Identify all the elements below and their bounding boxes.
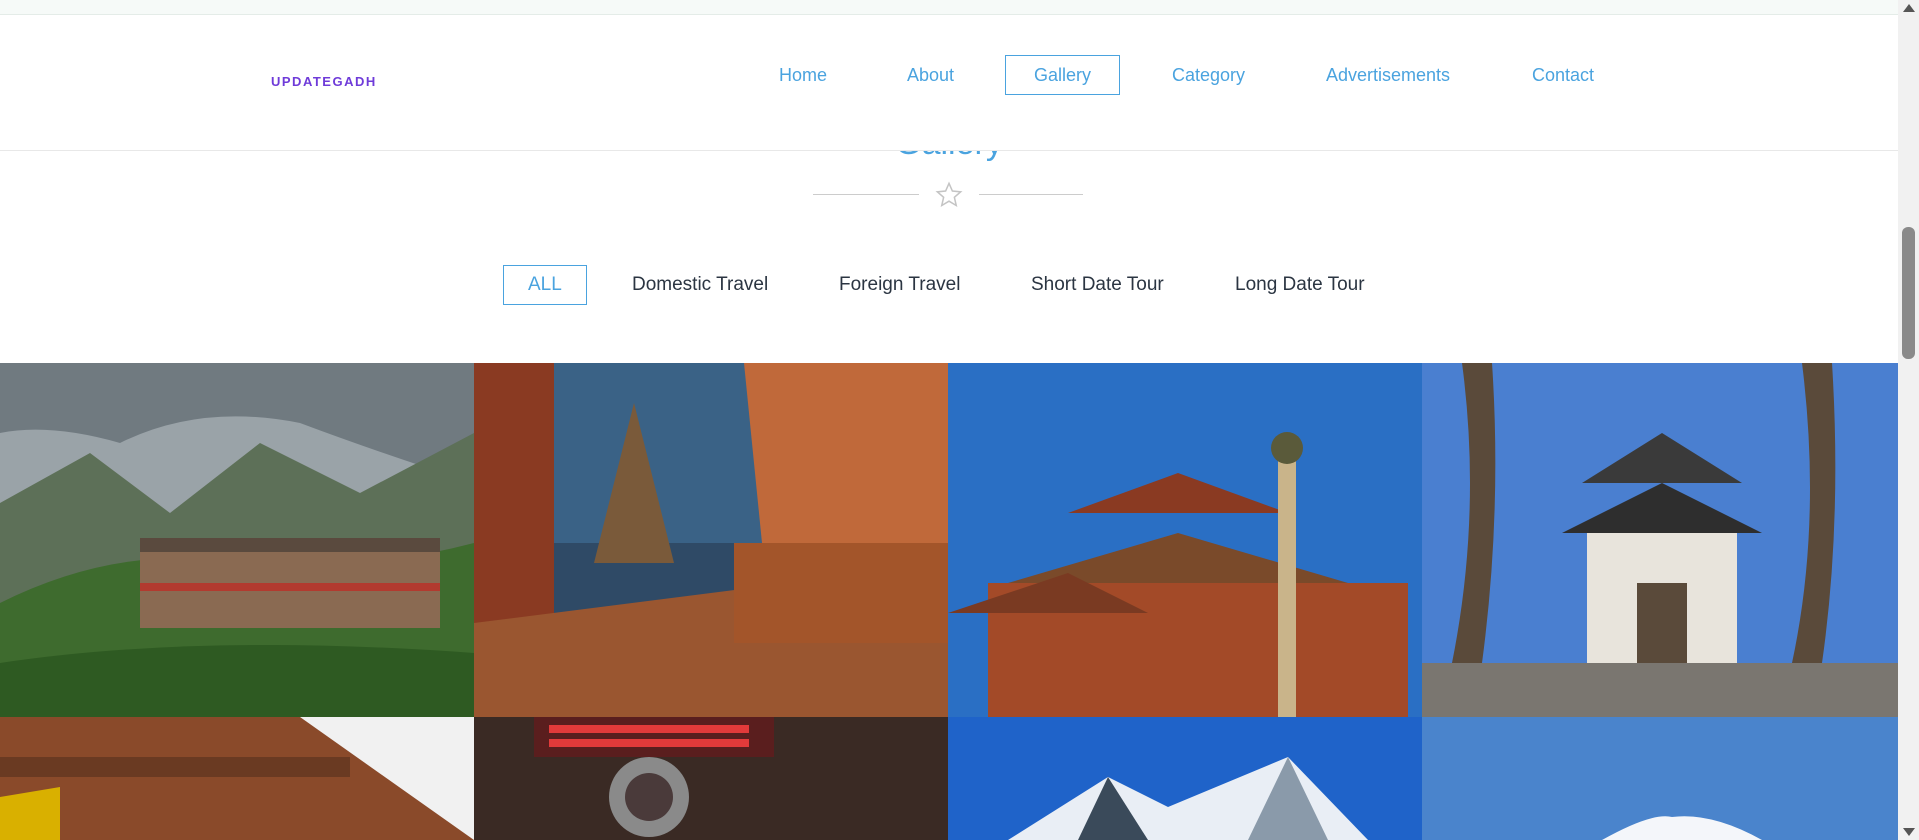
logo[interactable]: UPDATEGADH [271,74,377,89]
pagoda-temple-tree-photo[interactable] [1422,363,1898,717]
filter-domestic-travel[interactable]: Domestic Travel [632,265,768,305]
nav-home[interactable]: Home [751,55,855,95]
nav-advertisements[interactable]: Advertisements [1298,55,1478,95]
snow-peaks-photo[interactable] [948,717,1422,840]
snow-summit-photo[interactable] [1422,717,1898,840]
filter-short-date-tour[interactable]: Short Date Tour [1031,265,1164,305]
filter-long-date-tour[interactable]: Long Date Tour [1235,265,1365,305]
scroll-down-icon[interactable] [1903,828,1915,836]
pagoda-temples-photo[interactable] [948,363,1422,717]
scroll-up-icon[interactable] [1903,4,1915,12]
nav-contact[interactable]: Contact [1504,55,1622,95]
temple-sign-shrine-photo[interactable] [474,717,948,840]
mountain-village-photo[interactable] [0,363,474,717]
divider-right [979,194,1083,195]
navbar: UPDATEGADH Home About Gallery Category A… [0,15,1898,151]
star-icon [935,181,963,209]
nav-gallery[interactable]: Gallery [1005,55,1121,95]
top-strip [0,0,1898,15]
divider-left [813,194,919,195]
scrollbar[interactable] [1898,0,1919,840]
carved-wooden-temple-photo[interactable] [0,717,474,840]
stupa-prayer-wheels-photo[interactable] [474,363,948,717]
scrollbar-thumb[interactable] [1902,227,1915,359]
nav-about[interactable]: About [879,55,982,95]
filter-foreign-travel[interactable]: Foreign Travel [839,265,960,305]
nav-category[interactable]: Category [1144,55,1273,95]
filter-all[interactable]: ALL [503,265,587,305]
